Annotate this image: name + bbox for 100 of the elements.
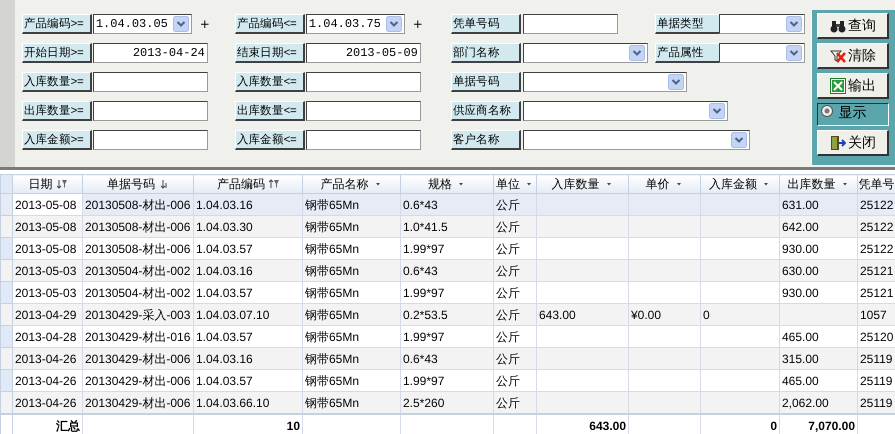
table-cell: 公斤 xyxy=(494,304,536,326)
table-cell: 315.00 xyxy=(780,348,858,370)
text-field[interactable] xyxy=(306,130,421,150)
dropdown-field[interactable] xyxy=(522,43,648,63)
filter-label-button[interactable]: 入库数量>= xyxy=(22,72,92,92)
chevron-down-icon[interactable] xyxy=(668,74,684,90)
text-field[interactable] xyxy=(92,130,208,150)
filter-label-button[interactable]: 凭单号码 xyxy=(450,14,521,34)
table-cell: 25122 xyxy=(858,216,895,238)
table-cell: 643.00 xyxy=(536,304,628,326)
filter-label-button[interactable]: 供应商名称 xyxy=(450,101,521,121)
filter-label-button[interactable]: 入库金额>= xyxy=(22,130,92,150)
toolbar-button[interactable]: 关闭 xyxy=(817,130,890,156)
filter-label-button[interactable]: 结束日期<= xyxy=(234,43,305,63)
table-cell: 630.00 xyxy=(780,260,858,282)
total-cell: 643.00 xyxy=(536,414,628,434)
table-cell: 20130508-材出-006 xyxy=(82,216,194,238)
filter-label-button[interactable]: 出库数量>= xyxy=(22,101,92,121)
text-field[interactable] xyxy=(522,14,618,34)
table-cell xyxy=(628,348,700,370)
toolbar-button[interactable]: 显示 xyxy=(817,103,890,126)
table-cell: 0 xyxy=(700,304,780,326)
dropdown-field[interactable] xyxy=(718,14,805,34)
filter-label-button[interactable]: 单据号码 xyxy=(450,72,521,92)
dropdown-field[interactable] xyxy=(522,101,728,121)
filter-label-button[interactable]: 出库数量<= xyxy=(234,101,305,121)
funnel-cross-icon xyxy=(830,48,846,64)
table-cell xyxy=(628,194,700,216)
column-header[interactable]: 产品编码 xyxy=(194,174,302,194)
table-cell: 钢带65Mn xyxy=(302,260,400,282)
table-cell: 631.00 xyxy=(780,194,858,216)
dropdown-field[interactable] xyxy=(718,43,805,63)
dropdown-field[interactable] xyxy=(522,130,750,150)
column-header[interactable]: 规格 xyxy=(400,174,494,194)
sort-icon[interactable] xyxy=(159,179,169,189)
table-cell: 20130508-材出-006 xyxy=(82,194,194,216)
filter-label-button[interactable]: 入库金额<= xyxy=(234,130,305,150)
column-header[interactable]: 单据号码 xyxy=(82,174,194,194)
table-cell: 2013-05-08 xyxy=(12,194,82,216)
table-cell: 2013-05-08 xyxy=(12,216,82,238)
date-field[interactable]: 2013-04-24 xyxy=(92,43,208,63)
text-field[interactable] xyxy=(306,101,421,121)
total-cell: 汇总 xyxy=(12,414,82,434)
table-cell: 1057 xyxy=(858,304,895,326)
table-cell xyxy=(628,216,700,238)
dropdown-field[interactable]: 1.04.03.05 xyxy=(92,14,192,34)
toolbar-button[interactable]: 清除 xyxy=(817,43,890,69)
plus-sign: + xyxy=(412,17,423,31)
date-field[interactable]: 2013-05-09 xyxy=(306,43,421,63)
total-cell: 10 xyxy=(194,414,302,434)
column-header[interactable]: 凭单号 xyxy=(858,174,895,194)
column-header[interactable]: 日期 xyxy=(12,174,82,194)
table-cell: 20130429-材出-006 xyxy=(82,392,194,414)
filter-icon[interactable] xyxy=(269,179,279,189)
table-cell: 2013-05-03 xyxy=(12,260,82,282)
table-cell: 钢带65Mn xyxy=(302,216,400,238)
table-cell: 1.04.03.66.10 xyxy=(194,392,302,414)
text-field[interactable] xyxy=(92,72,208,92)
chevron-down-icon[interactable] xyxy=(786,16,802,32)
dropdown-field[interactable] xyxy=(522,72,687,92)
sort-filter-icon[interactable] xyxy=(56,179,66,189)
table-cell: 钢带65Mn xyxy=(302,348,400,370)
chevron-down-icon[interactable] xyxy=(730,132,747,148)
row-selector xyxy=(0,414,12,434)
column-header[interactable]: 产品名称 xyxy=(302,174,400,194)
table-cell: 钢带65Mn xyxy=(302,194,400,216)
filter-label-button[interactable]: 产品编码<= xyxy=(234,14,305,34)
table-cell: 0.6*43 xyxy=(400,260,494,282)
filter-label-button[interactable]: 部门名称 xyxy=(450,43,521,63)
column-header[interactable]: 单位 xyxy=(494,174,536,194)
table-cell: 1.04.03.16 xyxy=(194,194,302,216)
door-exit-icon xyxy=(830,134,846,150)
total-cell: 0 xyxy=(700,414,780,434)
chevron-down-icon[interactable] xyxy=(708,103,725,119)
table-cell: 25121 xyxy=(858,260,895,282)
text-field[interactable] xyxy=(92,101,208,121)
table-cell: 1.04.03.07.10 xyxy=(194,304,302,326)
table-cell: 25122 xyxy=(858,194,895,216)
chevron-down-icon[interactable] xyxy=(386,16,402,32)
total-cell: 7,070.00 xyxy=(780,414,858,434)
dropdown-field[interactable]: 1.04.03.75 xyxy=(306,14,405,34)
column-header[interactable]: 单价 xyxy=(628,174,700,194)
table-cell: 2.5*260 xyxy=(400,392,494,414)
filter-label-button[interactable]: 开始日期>= xyxy=(22,43,92,63)
toolbar-button[interactable]: 查询 xyxy=(817,13,890,39)
table-cell: 20130429-材出-006 xyxy=(82,348,194,370)
filter-label-button[interactable]: 客户名称 xyxy=(450,130,521,150)
column-header[interactable]: 出库数量 xyxy=(780,174,858,194)
column-header[interactable]: 入库金额 xyxy=(700,174,780,194)
toolbar-button[interactable]: 输出 xyxy=(817,73,890,99)
table-cell: 公斤 xyxy=(494,348,536,370)
table-cell: 0.6*43 xyxy=(400,194,494,216)
chevron-down-icon[interactable] xyxy=(628,45,645,61)
text-field[interactable] xyxy=(306,72,421,92)
column-header[interactable]: 入库数量 xyxy=(536,174,628,194)
filter-label-button[interactable]: 入库数量<= xyxy=(234,72,305,92)
chevron-down-icon[interactable] xyxy=(786,45,802,61)
filter-label-button[interactable]: 产品编码>= xyxy=(22,14,92,34)
table-cell: 2,062.00 xyxy=(780,392,858,414)
chevron-down-icon[interactable] xyxy=(172,16,189,32)
